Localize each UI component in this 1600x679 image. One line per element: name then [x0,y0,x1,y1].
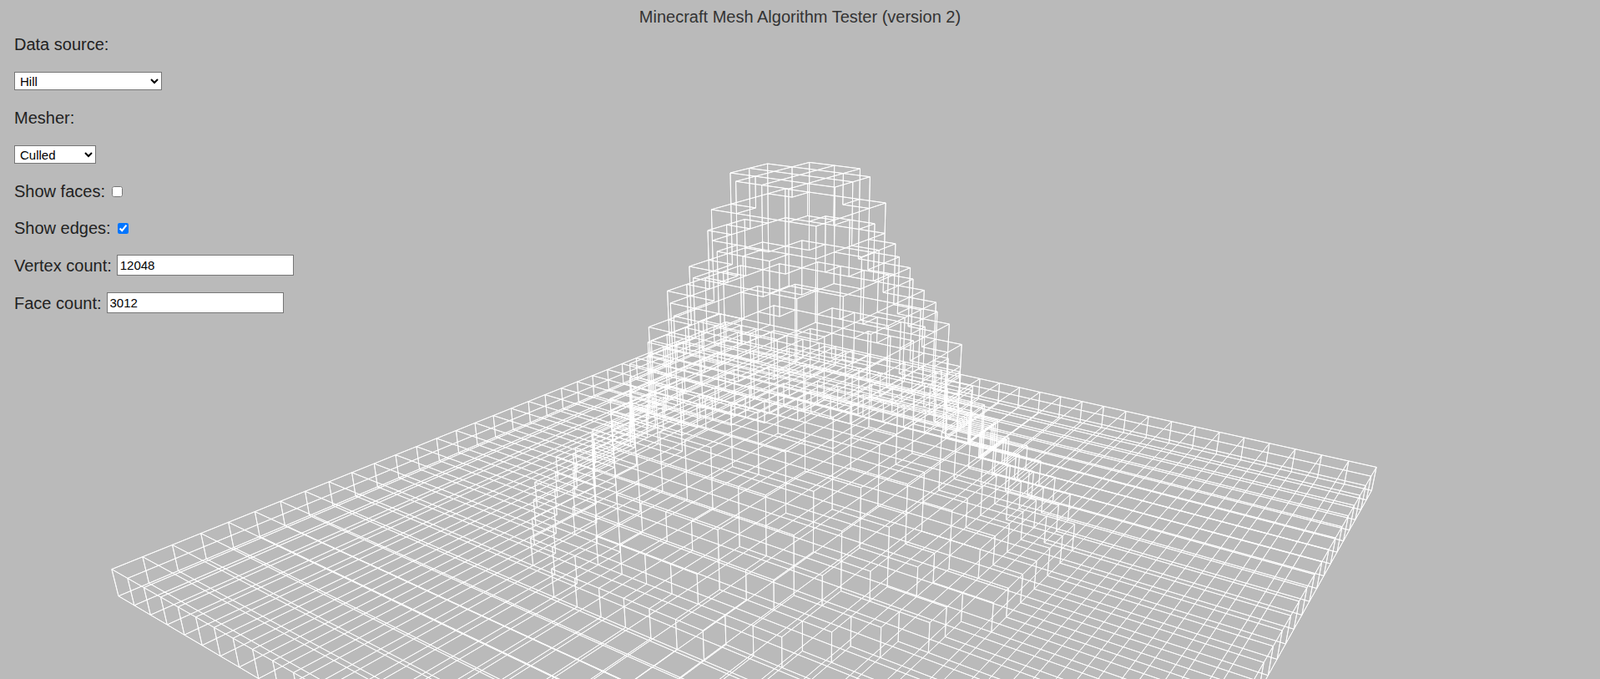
mesh-edges [111,161,1377,679]
show-edges-row: Show edges: [14,217,129,238]
show-faces-label: Show faces: [14,181,106,202]
page-title: Minecraft Mesh Algorithm Tester (version… [0,0,1600,27]
mesher-label: Mesher: [14,107,75,128]
vertex-count-label: Vertex count: [14,255,112,276]
vertex-count-field[interactable] [116,254,294,276]
mesher-select[interactable]: Culled [14,145,96,164]
show-faces-checkbox[interactable] [111,186,123,197]
face-count-field[interactable] [106,292,284,313]
app-page: Minecraft Mesh Algorithm Tester (version… [0,0,1600,679]
show-faces-row: Show faces: [14,181,123,202]
face-count-label: Face count: [14,292,102,313]
controls-panel: Data source: Hill Mesher: Culled Show fa… [0,26,1600,313]
data-source-select[interactable]: Hill [14,71,162,91]
show-edges-checkbox[interactable] [117,222,129,234]
vertex-count-row: Vertex count: [14,254,294,276]
mesh-viewport[interactable] [0,0,1600,679]
show-edges-label: Show edges: [14,217,112,238]
face-count-row: Face count: [14,292,284,313]
data-source-label: Data source: [14,34,109,55]
